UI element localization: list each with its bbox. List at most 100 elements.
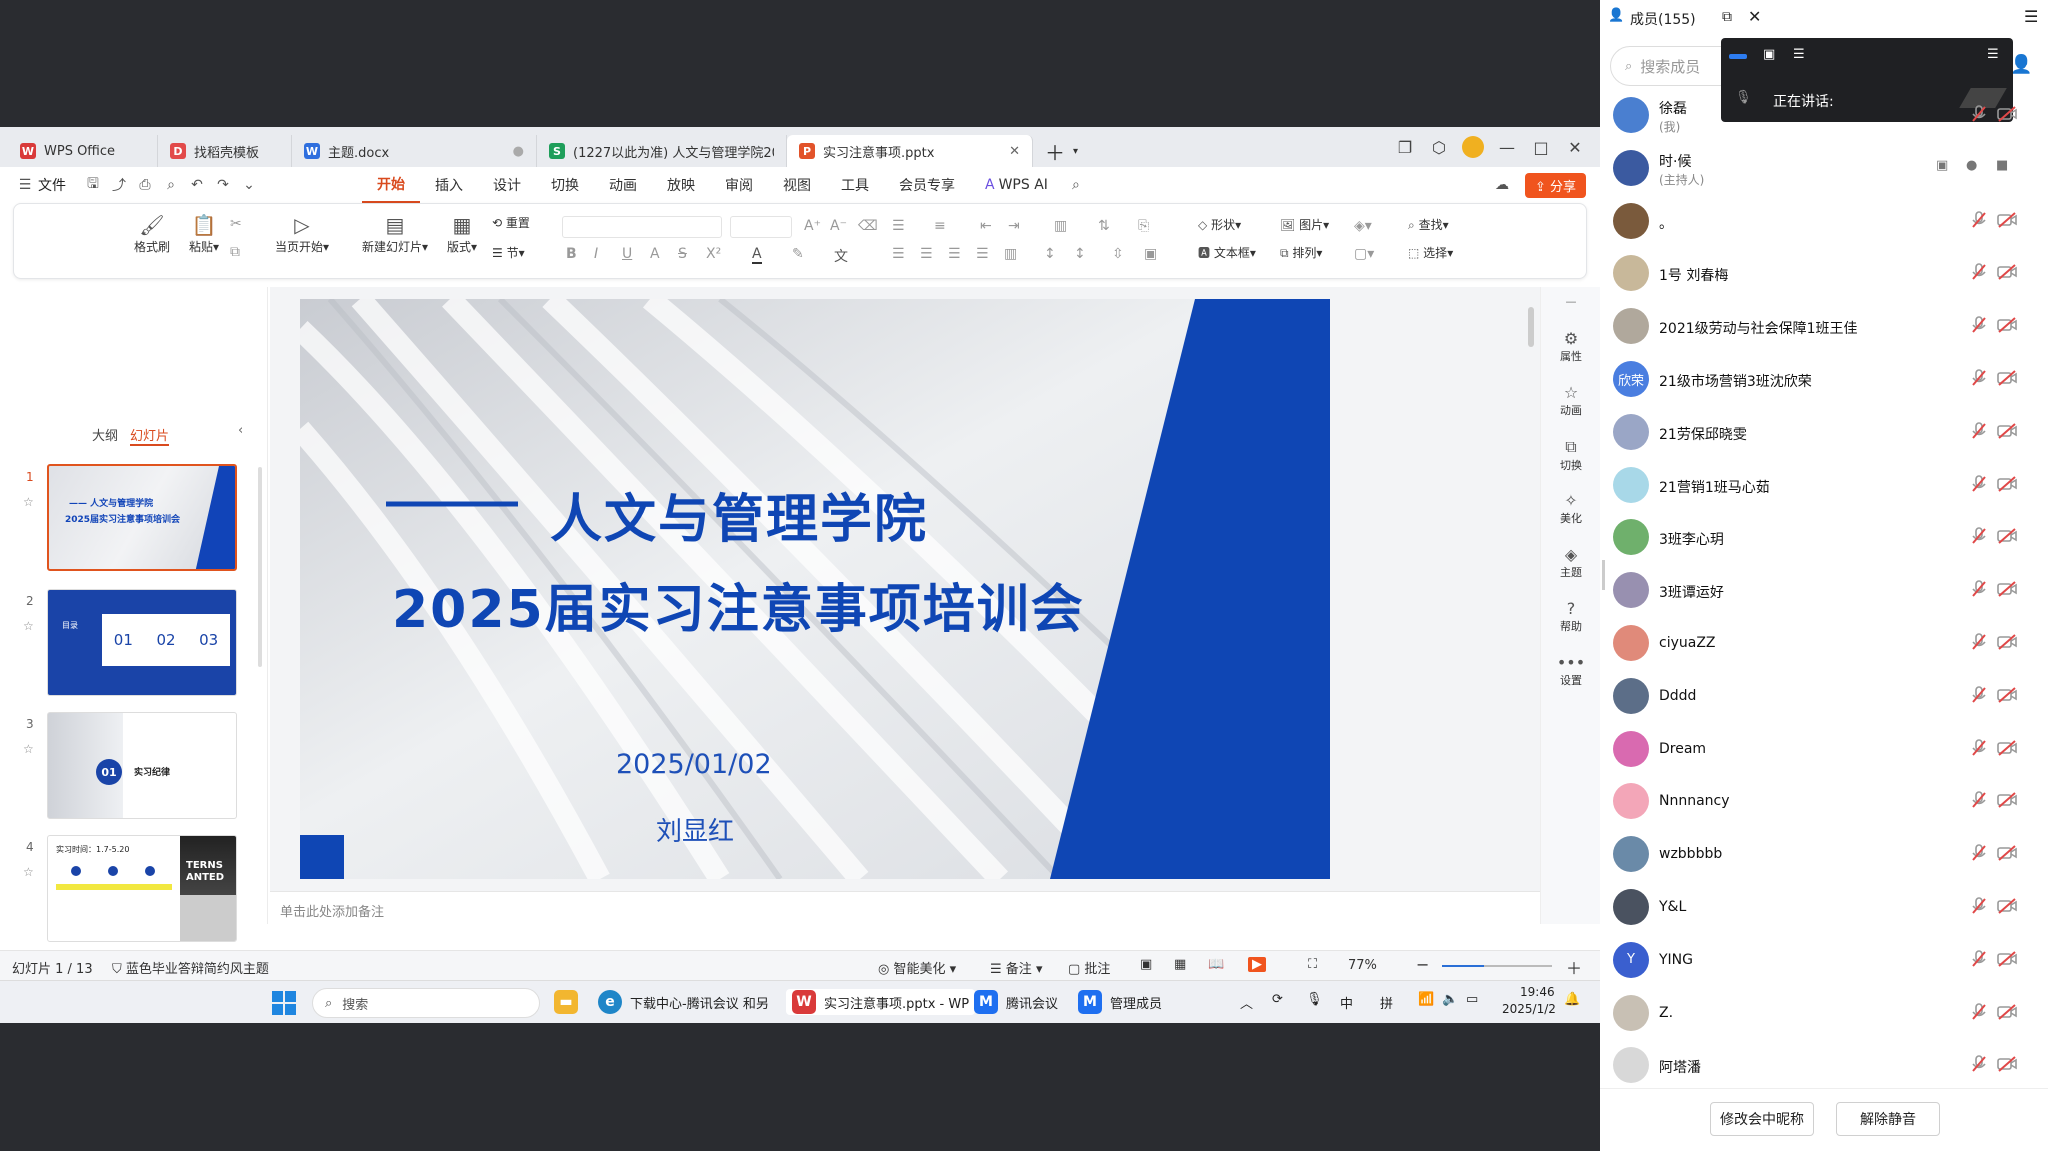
- camera-off-icon[interactable]: [1996, 262, 2018, 282]
- member-row[interactable]: Y&L: [1600, 883, 2048, 935]
- camera-off-icon[interactable]: [1996, 1054, 2018, 1074]
- member-row[interactable]: 3班李心玥: [1600, 513, 2048, 565]
- text-shadow-icon[interactable]: A: [650, 246, 660, 262]
- camera-off-icon[interactable]: [1996, 474, 2018, 494]
- paste-button[interactable]: 📋 粘贴▾: [184, 212, 224, 255]
- play-slideshow-icon[interactable]: ▶: [1248, 957, 1266, 972]
- mic-muted-icon[interactable]: [1969, 843, 1989, 863]
- export-icon[interactable]: ⤴: [106, 175, 132, 195]
- outline-icon[interactable]: ▢▾: [1354, 246, 1374, 262]
- clear-format-icon[interactable]: ⌫: [858, 218, 878, 234]
- notes-toggle[interactable]: ☰ 备注 ▾: [990, 958, 1042, 977]
- line-spacing-icon[interactable]: ↕: [1044, 246, 1056, 262]
- shape-button[interactable]: ◇ 形状▾: [1198, 216, 1268, 233]
- camera-off-icon[interactable]: [1996, 790, 2018, 810]
- window-list-icon[interactable]: ❐: [1390, 132, 1420, 162]
- file-explorer-icon[interactable]: ▬: [554, 990, 578, 1014]
- font-grow-icon[interactable]: A⁺: [804, 218, 821, 234]
- tab-theme-docx[interactable]: W 主题.docx ●: [292, 135, 537, 167]
- camera-off-icon[interactable]: [1996, 896, 2018, 916]
- member-row[interactable]: Dddd: [1600, 672, 2048, 724]
- cube-icon[interactable]: ⬡: [1424, 132, 1454, 162]
- mic-muted-icon[interactable]: [1969, 104, 1989, 124]
- camera-off-icon[interactable]: [1996, 368, 2018, 388]
- wifi-icon[interactable]: 📶: [1418, 992, 1434, 1007]
- cut-icon[interactable]: ✂: [230, 216, 242, 232]
- bold-icon[interactable]: B: [566, 246, 577, 262]
- user-avatar[interactable]: [1458, 132, 1488, 162]
- camera-off-icon[interactable]: [1996, 526, 2018, 546]
- collapse-panel-icon[interactable]: ‹: [238, 423, 243, 438]
- rail-settings[interactable]: ••• 设置: [1541, 653, 1600, 688]
- slide-title-line1[interactable]: 人文与管理学院: [550, 477, 928, 552]
- taskbar-search[interactable]: ⌕ 搜索: [312, 988, 540, 1018]
- member-row[interactable]: 徐磊 (我): [1600, 91, 2048, 143]
- camera-off-icon[interactable]: [1996, 949, 2018, 969]
- share-button[interactable]: ⇪ 分享: [1524, 172, 1586, 198]
- thumb-scrollbar[interactable]: [258, 467, 262, 667]
- mic-muted-icon[interactable]: [1969, 896, 1989, 916]
- textbox-button[interactable]: 🅰 文本框▾: [1198, 244, 1278, 261]
- highlight-icon[interactable]: ✎: [792, 246, 804, 262]
- member-row[interactable]: Y YING: [1600, 936, 2048, 988]
- expand-list-icon[interactable]: ☰: [1987, 47, 1999, 62]
- member-row[interactable]: Nnnnancy: [1600, 777, 2048, 829]
- menu-slideshow[interactable]: 放映: [652, 167, 710, 203]
- camera-off-icon[interactable]: [1996, 738, 2018, 758]
- font-color-icon[interactable]: A: [752, 246, 762, 264]
- close-window-icon[interactable]: ✕: [1560, 132, 1590, 162]
- star-icon[interactable]: ☆: [23, 742, 34, 756]
- rail-help[interactable]: ? 帮助: [1541, 599, 1600, 634]
- camera-off-icon[interactable]: [1996, 315, 2018, 335]
- redo-icon[interactable]: ↷: [210, 177, 236, 193]
- menu-transition[interactable]: 切换: [536, 167, 594, 203]
- member-row[interactable]: Dream: [1600, 725, 2048, 777]
- mic-muted-icon[interactable]: [1969, 632, 1989, 652]
- ime-mode[interactable]: 拼: [1380, 993, 1393, 1012]
- new-slide-button[interactable]: ▤ 新建幻灯片▾: [356, 212, 434, 255]
- minimize-icon[interactable]: —: [1492, 132, 1522, 162]
- rail-animation[interactable]: ☆ 动画: [1541, 383, 1600, 418]
- slide-date[interactable]: 2025/01/02: [616, 749, 772, 780]
- normal-view-icon[interactable]: ▣: [1140, 957, 1152, 972]
- mic-muted-icon[interactable]: [1969, 315, 1989, 335]
- menu-design[interactable]: 设计: [478, 167, 536, 203]
- indent-icon[interactable]: ⇥: [1008, 218, 1020, 234]
- menu-animation[interactable]: 动画: [594, 167, 652, 203]
- distribute-icon[interactable]: ▥: [1004, 246, 1017, 262]
- sort-icon[interactable]: ⇅: [1098, 218, 1110, 234]
- tab-slides[interactable]: 幻灯片: [130, 425, 170, 446]
- mic-muted-icon[interactable]: [1969, 1002, 1989, 1022]
- ime-lang[interactable]: 中: [1340, 993, 1353, 1012]
- taskbar-item-meeting[interactable]: M 腾讯会议: [974, 989, 1058, 1015]
- print-icon[interactable]: ⎙: [132, 177, 158, 193]
- mic-on-icon[interactable]: ●: [1966, 158, 1977, 173]
- underline-icon[interactable]: U: [622, 246, 632, 262]
- slide-thumbnail-2[interactable]: 目录 01 02 03: [47, 589, 237, 696]
- columns-icon[interactable]: ▥: [1054, 218, 1067, 234]
- vertical-scrollbar[interactable]: [1528, 307, 1534, 347]
- mic-muted-icon[interactable]: [1969, 738, 1989, 758]
- sorter-view-icon[interactable]: ▦: [1174, 957, 1186, 972]
- mic-muted-icon[interactable]: [1969, 526, 1989, 546]
- camera-off-icon[interactable]: [1996, 579, 2018, 599]
- mic-muted-icon[interactable]: [1969, 1054, 1989, 1074]
- reading-view-icon[interactable]: 📖: [1208, 957, 1224, 972]
- save-icon[interactable]: 🖫: [80, 173, 106, 197]
- mic-muted-icon[interactable]: [1969, 579, 1989, 599]
- panel-resize-handle[interactable]: [1602, 560, 1605, 590]
- file-menu[interactable]: 文件: [38, 175, 80, 195]
- camera-off-icon[interactable]: [1996, 632, 2018, 652]
- sync-icon[interactable]: ⟳: [1272, 992, 1283, 1007]
- zoom-out-icon[interactable]: −: [1416, 955, 1429, 974]
- comments-toggle[interactable]: ▢ 批注: [1068, 958, 1110, 977]
- slide-title-line2[interactable]: 2025届实习注意事项培训会: [392, 567, 1085, 642]
- current-slide[interactable]: 人文与管理学院 2025届实习注意事项培训会 2025/01/02 刘显红: [300, 299, 1330, 879]
- unmute-button[interactable]: 解除静音: [1836, 1102, 1940, 1136]
- customize-chevron-icon[interactable]: ⌄: [236, 177, 262, 193]
- clock-time[interactable]: 19:46: [1520, 985, 1555, 999]
- mic-muted-icon[interactable]: [1969, 790, 1989, 810]
- search-icon[interactable]: ⌕: [1063, 177, 1089, 193]
- volume-icon[interactable]: 🔈: [1442, 992, 1458, 1007]
- member-row[interactable]: 3班谭运好: [1600, 566, 2048, 618]
